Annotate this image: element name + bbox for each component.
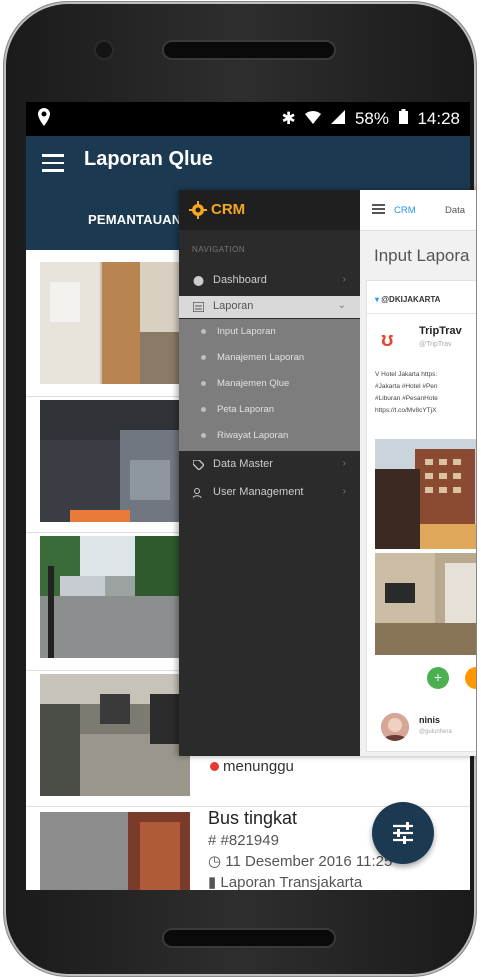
submenu-label: Manajemen Laporan	[217, 352, 305, 363]
bluetooth-icon: ✱	[281, 109, 296, 128]
tune-filter-icon	[393, 822, 413, 844]
report-thumbnail[interactable]	[40, 812, 190, 890]
submenu-item[interactable]: Manajemen Qlue	[179, 371, 360, 397]
breadcrumb-crm[interactable]: CRM	[394, 205, 416, 216]
report-category: Laporan Transjakarta	[220, 874, 363, 890]
tweet-image-hotel[interactable]	[375, 439, 476, 549]
tweet-user[interactable]: TripTrav	[419, 325, 462, 337]
tweet-image-room[interactable]	[375, 553, 476, 655]
divider	[367, 313, 476, 314]
report-thumbnail[interactable]	[40, 674, 190, 796]
report-thumbnail[interactable]	[40, 400, 190, 522]
gear-icon	[189, 201, 207, 219]
submenu-item[interactable]: Riwayat Laporan	[179, 423, 360, 449]
report-date-row: ◷ 11 Desember 2016 11:25	[208, 852, 392, 870]
filter-fab[interactable]	[372, 802, 434, 864]
tweet-source: ▾ @DKIJAKARTA	[375, 295, 440, 304]
status-right: ✱ 58% 14:28	[277, 109, 460, 129]
chevron-down-icon: ⌄	[337, 300, 346, 311]
tweet-card: ▾ @DKIJAKARTA ʊ TripTrav @TripTrav V Hot…	[366, 280, 476, 752]
report-thumbnail[interactable]	[40, 262, 190, 384]
avatar	[381, 713, 409, 741]
phone-frame: ✱ 58% 14:28 Laporan Qlue PEMANTAUAN menu…	[4, 2, 476, 976]
app-bar: Laporan Qlue	[26, 136, 470, 192]
crm-sidebar: CRM NAVIGATION Dashboard › Laporan ⌄ Inp…	[179, 190, 360, 756]
submenu-item[interactable]: Input Laporan	[179, 319, 360, 345]
signal-icon	[331, 109, 350, 128]
page-title: Laporan Qlue	[84, 148, 213, 170]
report-title: Bus tingkat	[208, 808, 298, 828]
crm-overlay-screenshot: CRM NAVIGATION Dashboard › Laporan ⌄ Inp…	[179, 190, 476, 756]
hash-icon: #	[208, 832, 221, 849]
tweet-text: V Hotel Jakarta https: #Jakarta #Hotel #…	[375, 369, 476, 417]
battery-percent: 58%	[354, 109, 389, 128]
nav-item-data-master[interactable]: Data Master ›	[179, 454, 360, 476]
crm-main: CRM Data Input Lapora ▾ @DKIJAKARTA ʊ Tr…	[360, 190, 476, 756]
tweet-source-handle: @DKIJAKARTA	[381, 295, 441, 304]
comment-user[interactable]: ninis	[419, 715, 440, 725]
nav-header: NAVIGATION	[192, 245, 246, 254]
palette-icon	[193, 276, 204, 286]
clock-icon: ◷	[208, 853, 226, 870]
chevron-right-icon: ›	[342, 458, 346, 469]
report-status: menunggu	[210, 758, 294, 775]
submenu-label: Riwayat Laporan	[217, 430, 289, 441]
crm-logo-text: CRM	[211, 201, 246, 218]
tab-pemantauan[interactable]: PEMANTAUAN	[88, 212, 181, 227]
bottom-speaker	[164, 930, 334, 946]
status-bar: ✱ 58% 14:28	[26, 102, 470, 136]
tweet-link[interactable]: https://t.co/Mv8cYTjX	[375, 405, 476, 417]
nav-item-label: Laporan	[213, 300, 254, 312]
crm-logo[interactable]: CRM	[179, 190, 360, 230]
submenu-label: Peta Laporan	[217, 404, 275, 415]
users-icon	[193, 488, 202, 498]
report-category-row: ▮ Laporan Transjakarta	[208, 873, 392, 890]
list-item[interactable]: Bus tingkat # #821949 ◷ 11 Desember 2016…	[208, 808, 392, 890]
submenu-label: Manajemen Qlue	[217, 378, 290, 389]
crm-page-title: Input Lapora	[374, 246, 470, 265]
report-thumbnail[interactable]	[40, 536, 190, 658]
submenu-label: Input Laporan	[217, 326, 276, 337]
tweet-user-handle: @TripTrav	[419, 341, 452, 348]
nav-item-user-management[interactable]: User Management ›	[179, 482, 360, 504]
hamburger-menu-icon[interactable]	[372, 204, 385, 214]
battery-icon	[398, 109, 413, 128]
clock: 14:28	[417, 109, 460, 128]
status-label: menunggu	[223, 758, 294, 775]
action-button[interactable]	[465, 667, 476, 689]
comment-user-handle: @gulunhera	[419, 729, 452, 735]
nav-item-label: Data Master	[213, 458, 273, 470]
triptrav-logo-icon: ʊ	[381, 329, 394, 351]
wifi-icon	[305, 109, 326, 128]
chevron-right-icon: ›	[342, 486, 346, 497]
laporan-submenu: Input Laporan Manajemen Laporan Manajeme…	[179, 319, 360, 451]
tweet-line: #Jakarta #Hotel #Pen	[375, 383, 438, 390]
nav-item-dashboard[interactable]: Dashboard ›	[179, 270, 360, 292]
nav-item-label: User Management	[213, 486, 304, 498]
status-dot	[210, 762, 219, 771]
tag-icon	[193, 460, 204, 470]
report-id-row: # #821949	[208, 832, 392, 849]
tweet-line: #Liburan #PesanHote	[375, 395, 438, 402]
top-speaker	[164, 42, 334, 58]
add-button[interactable]: +	[427, 667, 449, 689]
breadcrumb-data[interactable]: Data	[445, 205, 465, 216]
crm-topbar: CRM Data	[360, 190, 476, 231]
report-id: #821949	[220, 832, 279, 849]
tweet-line: V Hotel Jakarta https:	[375, 371, 438, 378]
submenu-item[interactable]: Peta Laporan	[179, 397, 360, 423]
submenu-item[interactable]: Manajemen Laporan	[179, 345, 360, 371]
bookmark-icon: ▮	[208, 874, 221, 890]
location-pin-icon	[38, 108, 50, 131]
report-icon	[193, 302, 204, 312]
chevron-right-icon: ›	[342, 274, 346, 285]
nav-item-label: Dashboard	[213, 274, 267, 286]
report-date: 11 Desember 2016 11:25	[225, 853, 393, 870]
nav-item-laporan[interactable]: Laporan ⌄	[179, 296, 360, 318]
front-camera	[96, 42, 112, 58]
hamburger-menu-icon[interactable]	[42, 154, 64, 172]
